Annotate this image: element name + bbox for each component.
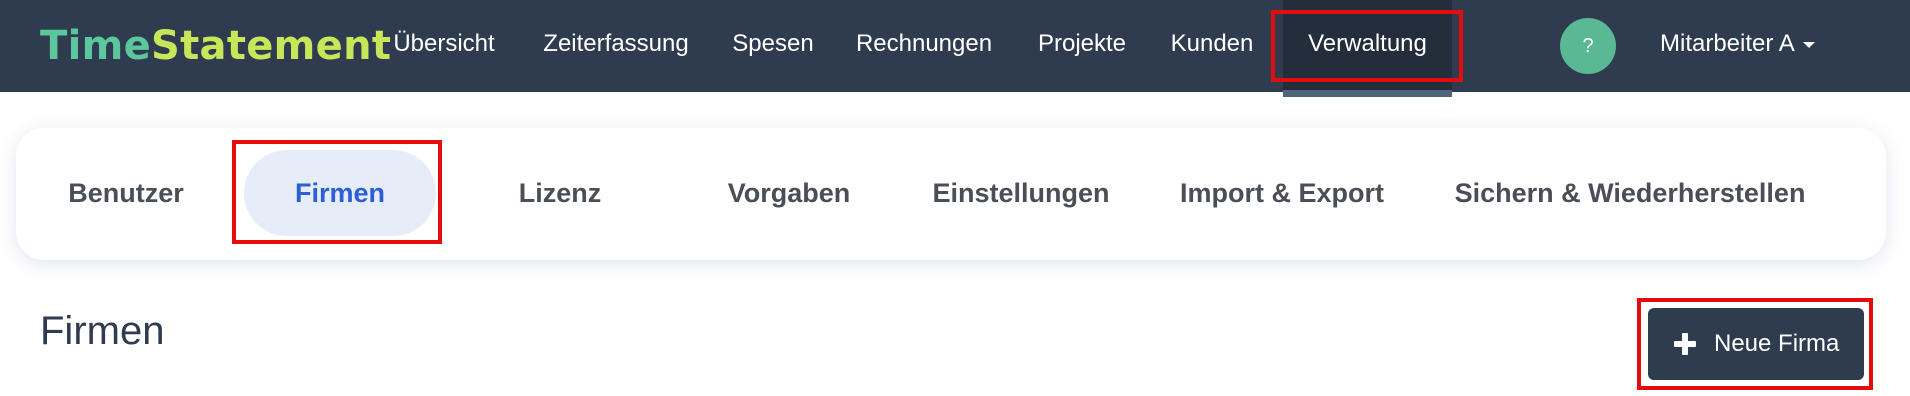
top-navbar: TimeStatement Übersicht Zeiterfassung Sp… [0, 0, 1910, 92]
tab-firmen[interactable]: Firmen [244, 150, 436, 236]
tab-import-export[interactable]: Import & Export [1162, 150, 1402, 236]
caret-down-icon [1802, 41, 1815, 48]
nav-item-zeiterfassung[interactable]: Zeiterfassung [530, 0, 702, 92]
new-company-button[interactable]: Neue Firma [1648, 308, 1864, 380]
nav-item-spesen[interactable]: Spesen [722, 0, 824, 92]
plus-icon [1674, 333, 1696, 355]
nav-item-verwaltung[interactable]: Verwaltung [1283, 0, 1452, 92]
nav-item-rechnungen[interactable]: Rechnungen [844, 0, 1004, 92]
nav-item-uebersicht[interactable]: Übersicht [378, 0, 510, 92]
nav-item-projekte[interactable]: Projekte [1024, 0, 1140, 92]
admin-tab-bar: Benutzer Firmen Lizenz Vorgaben Einstell… [16, 128, 1886, 260]
page-title: Firmen [40, 309, 165, 353]
nav-item-kunden[interactable]: Kunden [1160, 0, 1264, 92]
help-button[interactable]: ? [1560, 18, 1616, 74]
brand-name-part2: Statement [151, 23, 392, 69]
nav-active-indicator [1283, 90, 1452, 97]
tab-sichern-wiederherstellen[interactable]: Sichern & Wiederherstellen [1440, 150, 1820, 236]
user-menu-label: Mitarbeiter A [1660, 30, 1795, 57]
tab-benutzer[interactable]: Benutzer [40, 150, 212, 236]
new-company-button-label: Neue Firma [1714, 330, 1840, 357]
tab-lizenz[interactable]: Lizenz [462, 150, 658, 236]
brand-logo[interactable]: TimeStatement [40, 22, 391, 70]
tab-einstellungen[interactable]: Einstellungen [916, 150, 1126, 236]
user-menu[interactable]: Mitarbeiter A [1660, 0, 1815, 92]
tab-vorgaben[interactable]: Vorgaben [684, 150, 894, 236]
brand-name-part1: Time [40, 23, 152, 69]
